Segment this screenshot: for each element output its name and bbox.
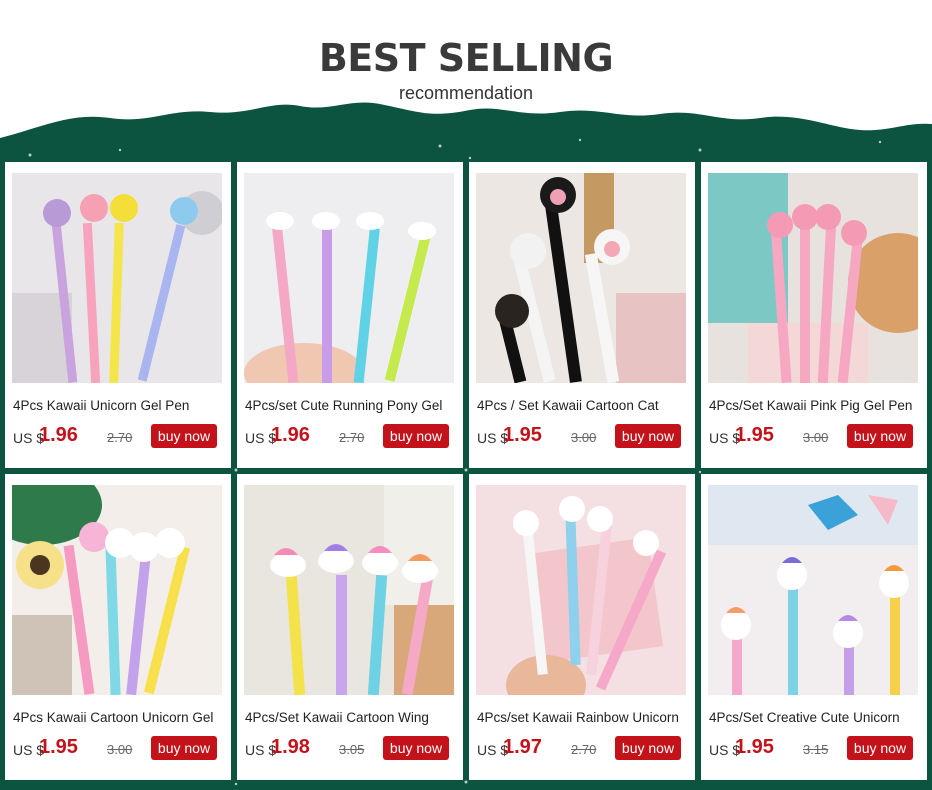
cartoon-wing-pens-image: [244, 485, 454, 695]
product-card[interactable]: 4Pcs/set Kawaii Rainbow Unicorn US $ 1.9…: [469, 474, 695, 780]
product-card[interactable]: 4Pcs Kawaii Unicorn Gel Pen US $ 1.96 2.…: [5, 162, 231, 468]
cartoon-unicorn-gel-pens-image: [12, 485, 222, 695]
original-price: 2.70: [107, 430, 133, 445]
price-row: US $ 1.96 2.70 buy now: [13, 424, 225, 450]
price-row: US $ 1.98 3.05 buy now: [245, 736, 457, 762]
product-name[interactable]: 4Pcs/Set Kawaii Cartoon Wing: [245, 710, 457, 725]
product-image[interactable]: [708, 173, 918, 383]
product-card[interactable]: 4Pcs Kawaii Cartoon Unicorn Gel US $ 1.9…: [5, 474, 231, 780]
original-price: 2.70: [339, 430, 365, 445]
price-row: US $ 1.96 2.70 buy now: [245, 424, 457, 450]
cartoon-cat-pens-image: [476, 173, 686, 383]
product-image[interactable]: [476, 173, 686, 383]
section-header: BEST SELLING recommendation: [0, 0, 932, 120]
sale-price: 1.95: [503, 424, 542, 446]
product-name[interactable]: 4Pcs / Set Kawaii Cartoon Cat: [477, 398, 689, 413]
sale-price: 1.97: [503, 736, 542, 758]
buy-now-button[interactable]: buy now: [151, 424, 217, 448]
product-card[interactable]: 4Pcs / Set Kawaii Cartoon Cat US $ 1.95 …: [469, 162, 695, 468]
pink-pig-gel-pens-image: [708, 173, 918, 383]
product-card[interactable]: 4Pcs/Set Creative Cute Unicorn US $ 1.95…: [701, 474, 927, 780]
original-price: 2.70: [571, 742, 597, 757]
buy-now-button[interactable]: buy now: [151, 736, 217, 760]
buy-now-button[interactable]: buy now: [847, 736, 913, 760]
rainbow-unicorn-pens-image: [476, 485, 686, 695]
buy-now-button[interactable]: buy now: [383, 736, 449, 760]
product-name[interactable]: 4Pcs Kawaii Unicorn Gel Pen: [13, 398, 225, 413]
buy-now-button[interactable]: buy now: [615, 424, 681, 448]
unicorn-gel-pens-image: [12, 173, 222, 383]
price-row: US $ 1.95 3.00 buy now: [709, 424, 921, 450]
price-row: US $ 1.95 3.00 buy now: [477, 424, 689, 450]
product-image[interactable]: [244, 485, 454, 695]
product-name[interactable]: 4Pcs/set Cute Running Pony Gel: [245, 398, 457, 413]
product-name[interactable]: 4Pcs/Set Kawaii Pink Pig Gel Pen: [709, 398, 921, 413]
product-image[interactable]: [12, 485, 222, 695]
creative-unicorn-pens-image: [708, 485, 918, 695]
sale-price: 1.98: [271, 736, 310, 758]
product-name[interactable]: 4Pcs/Set Creative Cute Unicorn: [709, 710, 921, 725]
original-price: 3.05: [339, 742, 365, 757]
original-price: 3.15: [803, 742, 829, 757]
product-image[interactable]: [708, 485, 918, 695]
product-card[interactable]: 4Pcs/set Cute Running Pony Gel US $ 1.96…: [237, 162, 463, 468]
section-subtitle: recommendation: [398, 83, 534, 103]
section-title: BEST SELLING: [318, 36, 614, 80]
product-name[interactable]: 4Pcs Kawaii Cartoon Unicorn Gel: [13, 710, 225, 725]
product-name[interactable]: 4Pcs/set Kawaii Rainbow Unicorn: [477, 710, 689, 725]
price-row: US $ 1.95 3.15 buy now: [709, 736, 921, 762]
sale-price: 1.96: [271, 424, 310, 446]
product-card[interactable]: 4Pcs/Set Kawaii Pink Pig Gel Pen US $ 1.…: [701, 162, 927, 468]
sale-price: 1.95: [39, 736, 78, 758]
product-image[interactable]: [12, 173, 222, 383]
buy-now-button[interactable]: buy now: [847, 424, 913, 448]
original-price: 3.00: [107, 742, 133, 757]
product-image[interactable]: [244, 173, 454, 383]
price-row: US $ 1.95 3.00 buy now: [13, 736, 225, 762]
original-price: 3.00: [803, 430, 829, 445]
sale-price: 1.95: [735, 424, 774, 446]
buy-now-button[interactable]: buy now: [383, 424, 449, 448]
original-price: 3.00: [571, 430, 597, 445]
product-image[interactable]: [476, 485, 686, 695]
sale-price: 1.95: [735, 736, 774, 758]
product-card[interactable]: 4Pcs/Set Kawaii Cartoon Wing US $ 1.98 3…: [237, 474, 463, 780]
running-pony-gel-pens-image: [244, 173, 454, 383]
price-row: US $ 1.97 2.70 buy now: [477, 736, 689, 762]
sale-price: 1.96: [39, 424, 78, 446]
buy-now-button[interactable]: buy now: [615, 736, 681, 760]
